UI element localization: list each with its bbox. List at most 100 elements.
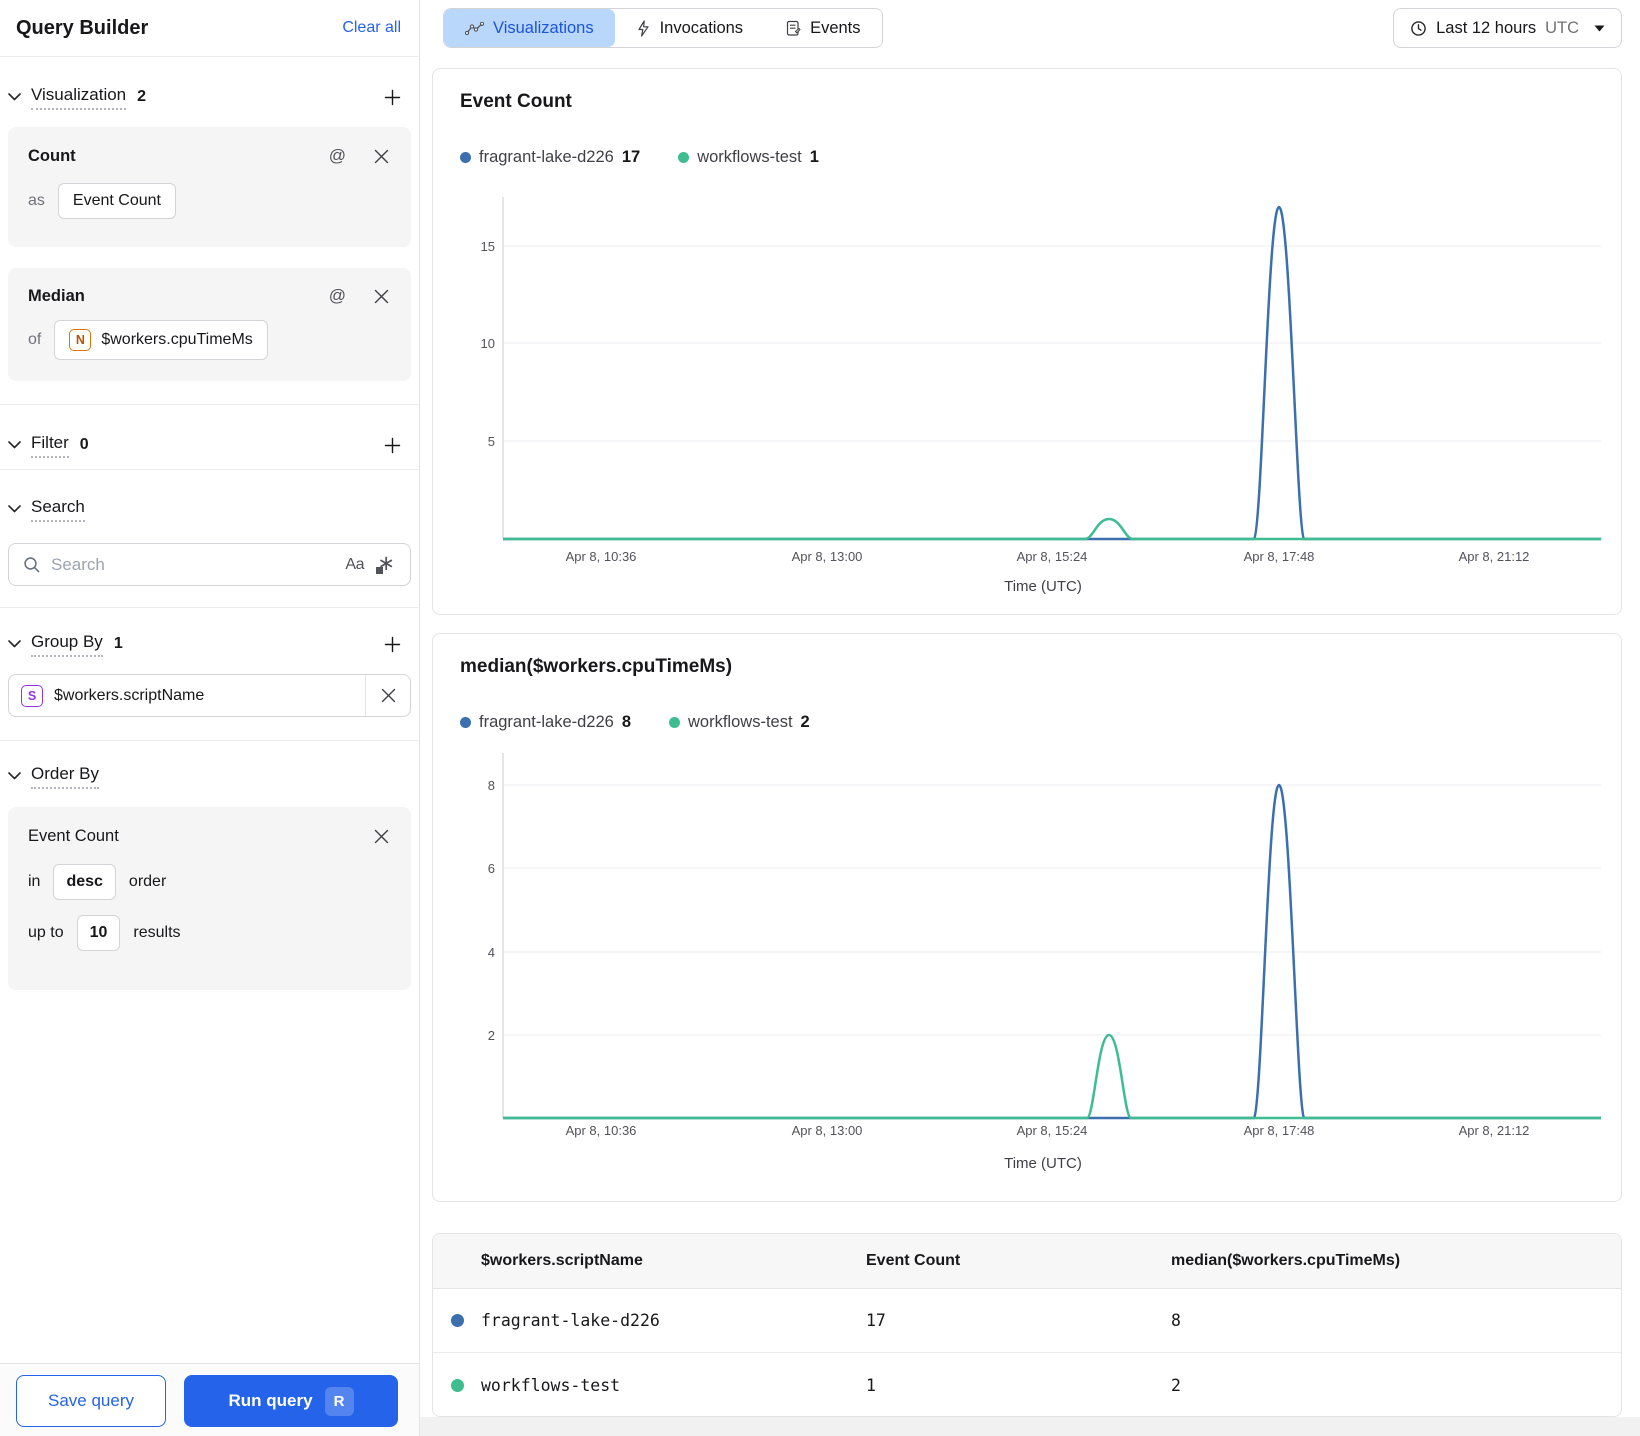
alias-value-pill[interactable]: Event Count [57, 183, 176, 219]
remove-group-by-button[interactable] [366, 675, 410, 716]
panel-title: Query Builder [16, 16, 149, 39]
x-tick-label: Apr 8, 10:36 [566, 1123, 637, 1138]
legend-item[interactable]: workflows-test 2 [669, 713, 810, 732]
group-by-section-header: Group By 1 [8, 629, 403, 659]
table-row[interactable]: workflows-test 1 2 [433, 1353, 1621, 1416]
remove-aggregation-button[interactable] [372, 287, 391, 306]
search-box: Aa ∗ [8, 543, 411, 586]
add-group-by-button[interactable] [382, 634, 403, 655]
filter-count: 0 [79, 436, 89, 453]
main-content: Visualizations Invocations Events Last 1… [420, 0, 1640, 1436]
x-axis-label: Time (UTC) [1004, 578, 1082, 595]
filter-section-header: Filter 0 [8, 430, 403, 460]
aggregation-card-count: Count @ as Event Count [8, 127, 411, 247]
legend-series-name: fragrant-lake-d226 [479, 713, 614, 731]
at-sign-icon[interactable]: @ [329, 146, 346, 166]
time-range-select[interactable]: Last 12 hours UTC [1393, 8, 1622, 48]
chart-title: median($workers.cpuTimeMs) [460, 656, 733, 677]
x-tick-label: Apr 8, 17:48 [1244, 549, 1315, 564]
aggregation-fn-label[interactable]: Median [28, 287, 85, 306]
cell-event-count: 17 [866, 1311, 886, 1330]
add-filter-button[interactable] [382, 435, 403, 456]
x-tick-label: Apr 8, 13:00 [792, 549, 863, 564]
chart-title: Event Count [460, 91, 572, 112]
group-by-field-pill[interactable]: S $workers.scriptName [8, 674, 411, 717]
match-case-icon[interactable]: Aa [345, 556, 364, 574]
divider [0, 740, 419, 741]
field-value-pill[interactable]: N $workers.cpuTimeMs [54, 320, 268, 360]
legend-item[interactable]: fragrant-lake-d226 8 [460, 713, 631, 732]
search-section-label[interactable]: Search [31, 497, 85, 522]
legend-item[interactable]: workflows-test 1 [678, 148, 819, 167]
legend-series-name: workflows-test [697, 148, 802, 166]
add-visualization-button[interactable] [382, 87, 403, 108]
cell-median: 2 [1171, 1375, 1181, 1395]
table-header-row: $workers.scriptName Event Count median($… [433, 1234, 1621, 1289]
series-dot [450, 1378, 464, 1392]
run-query-button[interactable]: Run query R [184, 1375, 398, 1427]
sort-direction-select[interactable]: desc [53, 864, 116, 900]
order-by-section-label[interactable]: Order By [31, 764, 100, 789]
visualization-count: 2 [137, 88, 147, 105]
x-tick-label: Apr 8, 21:12 [1459, 549, 1530, 564]
page-background-strip [420, 1417, 1640, 1436]
x-tick-label: Apr 8, 17:48 [1244, 1123, 1315, 1138]
chevron-down-icon[interactable] [8, 93, 22, 101]
cell-script-name: workflows-test [481, 1375, 621, 1395]
table-row[interactable]: fragrant-lake-d226 17 8 [433, 1289, 1621, 1353]
tab-visualizations[interactable]: Visualizations [444, 9, 615, 47]
x-tick-label: Apr 8, 13:00 [792, 1123, 863, 1138]
tab-label: Invocations [659, 18, 744, 37]
legend-series-value: 1 [809, 148, 819, 166]
order-label: order [128, 873, 167, 890]
y-tick-label: 10 [481, 336, 495, 351]
column-header-event-count: Event Count [866, 1252, 961, 1269]
aggregation-fn-label[interactable]: Count [28, 147, 76, 166]
clear-all-button[interactable]: Clear all [342, 19, 401, 37]
legend-series-name: workflows-test [688, 713, 793, 731]
column-header-median: median($workers.cpuTimeMs) [1171, 1252, 1401, 1269]
group-by-field: $workers.scriptName [54, 686, 205, 704]
legend-item[interactable]: fragrant-lake-d226 17 [460, 148, 640, 167]
y-tick-label: 8 [488, 778, 495, 793]
tab-label: Visualizations [493, 18, 594, 37]
divider [0, 404, 419, 405]
chevron-down-icon[interactable] [8, 441, 22, 449]
x-axis-label: Time (UTC) [1004, 1155, 1082, 1172]
search-input[interactable] [51, 554, 336, 575]
visualization-section-label[interactable]: Visualization [31, 85, 127, 110]
save-query-button[interactable]: Save query [16, 1375, 166, 1427]
series-dot [450, 1314, 464, 1327]
visualization-section-header: Visualization 2 [8, 82, 403, 112]
group-by-section-label[interactable]: Group By [31, 632, 103, 657]
tab-events[interactable]: Events [764, 9, 882, 47]
series-line-workflows-test [503, 517, 1601, 541]
y-tick-label: 4 [488, 945, 495, 960]
results-label: results [133, 924, 181, 941]
median-chart-card: 8 6 4 2 Apr 8, 10:36 Apr 8, 13:00 Apr 8,… [432, 633, 1622, 1202]
remove-order-by-button[interactable] [372, 827, 391, 846]
chevron-down-icon[interactable] [8, 640, 22, 648]
tab-invocations[interactable]: Invocations [614, 9, 765, 47]
aggregation-card-median: Median @ of N $workers.cpuTimeMs [8, 268, 411, 381]
chevron-down-icon[interactable] [8, 772, 22, 780]
series-dot [460, 717, 471, 728]
cell-event-count: 1 [866, 1375, 876, 1395]
cell-median: 8 [1171, 1311, 1181, 1330]
legend-series-value: 8 [621, 713, 632, 731]
filter-section-label[interactable]: Filter [31, 433, 69, 458]
events-document-icon [785, 20, 801, 37]
y-tick-label: 15 [481, 239, 495, 254]
chart-legend: fragrant-lake-d226 17 workflows-test 1 [460, 148, 819, 167]
series-line-fragrant-lake-d226 [503, 205, 1601, 541]
view-tabs: Visualizations Invocations Events [443, 8, 883, 48]
x-tick-label: Apr 8, 15:24 [1017, 549, 1088, 564]
at-sign-icon[interactable]: @ [329, 286, 346, 306]
remove-aggregation-button[interactable] [372, 147, 391, 166]
result-limit-input[interactable]: 10 [76, 915, 121, 951]
regex-icon[interactable]: ∗ [374, 552, 396, 577]
chevron-down-icon[interactable] [8, 505, 22, 513]
keyboard-shortcut-badge: R [324, 1386, 354, 1416]
time-range-label: Last 12 hours [1436, 18, 1537, 37]
legend-series-name: fragrant-lake-d226 [479, 148, 614, 166]
